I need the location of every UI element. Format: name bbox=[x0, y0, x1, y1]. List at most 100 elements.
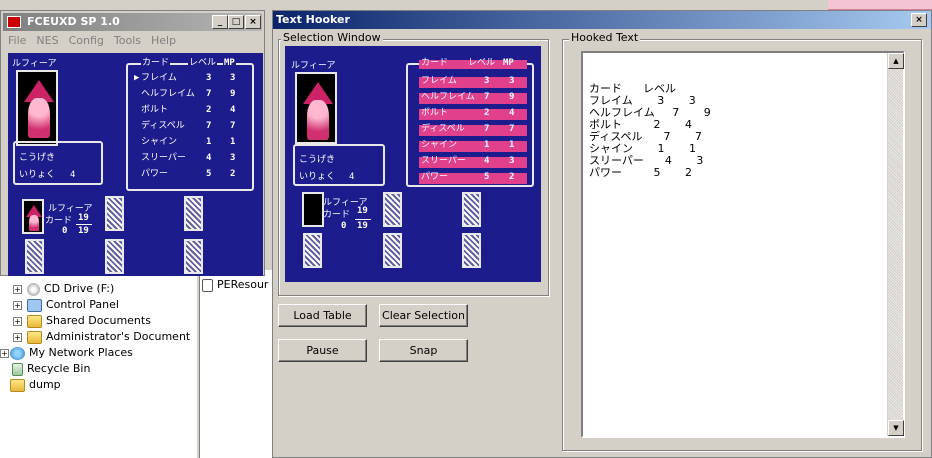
spell-level: 7 bbox=[206, 121, 212, 131]
menu-nes[interactable]: NES bbox=[31, 32, 63, 50]
file-icon bbox=[202, 278, 213, 292]
spell-name: フレイム bbox=[421, 76, 457, 86]
window-title: Text Hooker bbox=[276, 13, 350, 26]
expand-icon[interactable]: + bbox=[13, 285, 22, 294]
folder-icon bbox=[10, 378, 25, 392]
spell-name: ボルト bbox=[141, 105, 169, 115]
fraction-line bbox=[355, 219, 371, 220]
clear-selection-button[interactable]: Clear Selection bbox=[379, 304, 468, 327]
spell-level: 4 bbox=[484, 156, 490, 166]
spell-name: パワー bbox=[421, 172, 449, 182]
character-name: ルフィーア bbox=[291, 61, 336, 71]
hooked-text-area[interactable]: カード レベル フレイム 3 3 ヘルフレイム 7 9 ボルト 2 4 ディスペ… bbox=[581, 51, 905, 438]
tree-item-cd-drive[interactable]: CD Drive (F:) bbox=[27, 281, 114, 297]
vertical-scrollbar[interactable]: ▲ ▼ bbox=[887, 53, 904, 436]
scroll-down-icon[interactable]: ▼ bbox=[888, 420, 904, 436]
selection-screen[interactable]: ルフィーア こうげき いりょく 4 カード レベル MP フレイム 3 3 ヘルフレイ… bbox=[285, 46, 541, 282]
folder-icon bbox=[27, 314, 42, 328]
spell-name: ディスペル bbox=[421, 124, 465, 134]
header-mp: MP bbox=[223, 58, 236, 69]
hooker-titlebar[interactable]: Text Hooker × bbox=[273, 11, 931, 29]
minimize-button[interactable]: _ bbox=[212, 15, 228, 29]
spell-name: ボルト bbox=[421, 108, 449, 118]
card-count-bottom: 19 bbox=[78, 226, 89, 236]
fceux-window: FCEUXD SP 1.0 _ □ × File NES Config Tools He… bbox=[0, 10, 265, 276]
tree-item-control-panel[interactable]: Control Panel bbox=[27, 297, 119, 313]
window-title: FCEUXD SP 1.0 bbox=[27, 15, 120, 28]
fceux-titlebar[interactable]: FCEUXD SP 1.0 _ □ × bbox=[3, 13, 262, 31]
spell-level: 3 bbox=[484, 76, 490, 86]
card-slot bbox=[25, 239, 44, 274]
spell-level: 5 bbox=[206, 169, 212, 179]
menu-tools[interactable]: Tools bbox=[109, 32, 146, 50]
expand-icon[interactable]: + bbox=[13, 333, 22, 342]
spell-level: 4 bbox=[206, 153, 212, 163]
scroll-up-icon[interactable]: ▲ bbox=[888, 53, 904, 69]
pause-button[interactable]: Pause bbox=[278, 339, 367, 362]
close-button[interactable]: × bbox=[911, 13, 927, 27]
magic-value: 4 bbox=[70, 170, 76, 180]
spell-mp: 9 bbox=[230, 89, 236, 99]
spell-mp: 7 bbox=[230, 121, 236, 131]
snap-button[interactable]: Snap bbox=[379, 339, 468, 362]
spell-name: パワー bbox=[141, 169, 169, 179]
header-level: レベル bbox=[188, 58, 218, 69]
menu-config[interactable]: Config bbox=[64, 32, 109, 50]
tree-item-recycle-bin[interactable]: Recycle Bin bbox=[12, 361, 90, 377]
load-table-button[interactable]: Load Table bbox=[278, 304, 367, 327]
expand-icon[interactable]: + bbox=[13, 317, 22, 326]
magic-value: 4 bbox=[349, 172, 355, 182]
spell-mp: 9 bbox=[509, 92, 515, 102]
spell-level: 7 bbox=[484, 124, 490, 134]
character-portrait bbox=[295, 72, 337, 144]
hooked-line: シャイン 1 1 bbox=[589, 142, 696, 155]
hooked-line: パワー 5 2 bbox=[589, 166, 692, 179]
fraction-line bbox=[76, 224, 92, 225]
close-button[interactable]: × bbox=[245, 15, 261, 29]
attack-label: こうげき bbox=[299, 155, 336, 165]
hooked-text-label: Hooked Text bbox=[569, 31, 641, 44]
tree-item-network-places[interactable]: My Network Places bbox=[10, 345, 133, 361]
card-slot bbox=[383, 233, 402, 268]
spell-name: スリーパー bbox=[421, 156, 466, 166]
card-slot bbox=[383, 192, 402, 227]
character-portrait bbox=[16, 70, 58, 146]
magic-label: いりょく bbox=[19, 170, 56, 180]
spell-name: シャイン bbox=[141, 137, 178, 147]
tree-item-dump[interactable]: dump bbox=[10, 377, 61, 393]
menu-help[interactable]: Help bbox=[146, 32, 181, 50]
character-name: ルフィーア bbox=[12, 59, 57, 69]
menu-file[interactable]: File bbox=[3, 32, 31, 50]
hooked-line: フレイム 3 3 bbox=[589, 94, 696, 107]
menu-bar: File NES Config Tools Help bbox=[3, 32, 181, 50]
spell-mp: 2 bbox=[230, 169, 236, 179]
card-count-left: 0 bbox=[341, 221, 347, 231]
header-card: カード bbox=[421, 58, 449, 68]
card-count-top: 19 bbox=[78, 213, 89, 223]
spell-mp: 3 bbox=[230, 153, 236, 163]
spell-name: スリーパー bbox=[141, 153, 186, 163]
spell-name: フレイム bbox=[141, 73, 177, 83]
tree-item-shared-documents[interactable]: Shared Documents bbox=[27, 313, 151, 329]
header-level: レベル bbox=[468, 58, 496, 68]
spell-level: 1 bbox=[206, 137, 212, 147]
file-item[interactable]: PEResour bbox=[202, 277, 268, 293]
background-window-fragment bbox=[828, 0, 932, 10]
spell-mp: 4 bbox=[230, 105, 236, 115]
hooked-line: カード レベル bbox=[589, 82, 676, 95]
expand-icon[interactable]: + bbox=[0, 349, 9, 358]
card-slot bbox=[462, 192, 481, 227]
spell-mp: 7 bbox=[509, 124, 515, 134]
spell-mp: 3 bbox=[509, 76, 515, 86]
game-screen[interactable]: ルフィーア こうげき いりょく 4 カード レベル MP ▶ フレイム 3 3 ヘルフ… bbox=[8, 53, 263, 276]
tree-item-admin-documents[interactable]: Administrator's Document bbox=[27, 329, 190, 345]
recycle-bin-icon bbox=[12, 362, 23, 376]
folder-icon bbox=[27, 330, 42, 344]
maximize-button[interactable]: □ bbox=[228, 15, 244, 29]
cursor-icon: ▶ bbox=[134, 73, 140, 83]
card-slot bbox=[105, 196, 124, 231]
cd-drive-icon bbox=[27, 282, 40, 296]
mini-portrait bbox=[302, 192, 324, 227]
spell-mp: 3 bbox=[230, 73, 236, 83]
expand-icon[interactable]: + bbox=[13, 301, 22, 310]
